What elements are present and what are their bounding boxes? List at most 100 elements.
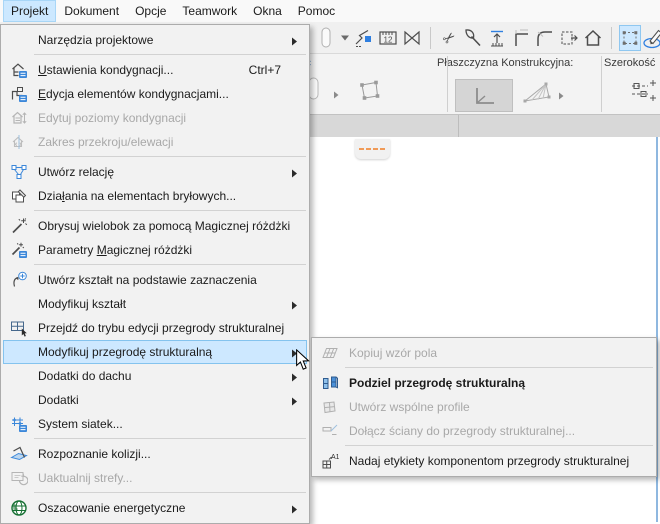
no-icon	[8, 391, 30, 409]
attach-walls-icon	[319, 422, 341, 440]
infobar-separator	[447, 56, 448, 112]
no-icon	[8, 367, 30, 385]
menubar-item-pomoc[interactable]: Pomoc	[290, 0, 343, 22]
menu-item-label: Modyfikuj przegrodę strukturalną	[38, 345, 213, 359]
home-icon[interactable]	[582, 25, 604, 51]
survey-point-icon[interactable]	[353, 25, 375, 51]
mesh-fan-icon[interactable]	[522, 80, 554, 111]
menubar-item-okna[interactable]: Okna	[245, 0, 290, 22]
modify-pencil-icon[interactable]	[643, 25, 660, 51]
menu-item[interactable]: Przejdź do trybu edycji przegrody strukt…	[3, 316, 307, 340]
menubar-item-projekt[interactable]: Projekt	[3, 0, 57, 22]
submenu-arrow-icon	[291, 299, 298, 313]
menu-item[interactable]: Dodatki	[3, 388, 307, 412]
menu-item-label: System siatek...	[38, 417, 123, 431]
menu-item-label: Utwórz relację	[38, 165, 115, 179]
magic-wand-settings-icon	[8, 241, 30, 259]
curtain-wall-submenu-panel: Kopiuj wzór pola Podziel przegrodę strukt…	[311, 337, 657, 477]
menu-item-label: Dołącz ściany do przegrody strukturalnej…	[349, 424, 576, 438]
mouse-cursor-icon	[295, 348, 311, 376]
fillet-icon[interactable]	[534, 25, 556, 51]
storey-edit-icon	[8, 85, 30, 103]
menu-item[interactable]: Edycja elementów kondygnacjami...	[3, 82, 307, 106]
menu-item: Zakres przekroju/elewacji	[3, 130, 307, 154]
menu-item[interactable]: Oszacowanie energetyczne	[3, 496, 307, 520]
pet-palette[interactable]	[355, 139, 390, 159]
submenu-arrow-icon	[291, 167, 298, 181]
axe-icon[interactable]	[462, 25, 484, 51]
menu-item-label: Parametry Magicznej różdżki	[38, 243, 193, 257]
menu-item[interactable]: Modyfikuj przegrodę strukturalną	[3, 340, 307, 364]
menu-item: Edytuj poziomy kondygnacji	[3, 106, 307, 130]
marquee-select-icon[interactable]	[619, 24, 641, 51]
menu-item-label: Uaktualnij strefy...	[38, 471, 133, 485]
submenu-arrow-icon	[291, 503, 298, 517]
polygon-geometry-icon[interactable]	[356, 78, 382, 107]
solid-operations-icon	[8, 187, 30, 205]
corner-trim-icon[interactable]	[510, 25, 532, 51]
toolbar-separator	[611, 26, 612, 49]
menu-item-shortcut: Ctrl+7	[248, 63, 281, 77]
menu-item-label: Działania na elementach bryłowych...	[38, 189, 237, 203]
menubar-item-dokument[interactable]: Dokument	[56, 0, 127, 22]
svg-text:12: 12	[384, 35, 393, 44]
update-zones-icon	[8, 469, 30, 487]
menu-item[interactable]: Rozpoznanie kolizji...	[3, 442, 307, 466]
menu-item[interactable]: Działania na elementach bryłowych...	[3, 184, 307, 208]
menu-item[interactable]: Dodatki do dachu	[3, 364, 307, 388]
create-shape-icon	[8, 271, 30, 289]
grid-spacing-icon[interactable]	[630, 78, 658, 109]
menu-item[interactable]: System siatek...	[3, 412, 307, 436]
menu-item-label: Narzędzia projektowe	[38, 33, 154, 47]
menu-item-label: Zakres przekroju/elewacji	[38, 135, 174, 149]
menu-item-label: Modyfikuj kształt	[38, 297, 127, 311]
dimension-ruler-icon[interactable]: 12	[377, 25, 399, 51]
menu-item-label: Kopiuj wzór pola	[349, 346, 438, 360]
capsule-tool-icon[interactable]	[315, 25, 337, 51]
menu-item[interactable]: Narzędzia projektowe	[3, 28, 307, 52]
svg-text:A1: A1	[331, 454, 339, 461]
menu-item-label: Nadaj etykiety komponentom przegrody str…	[349, 454, 630, 468]
resize-box-icon[interactable]	[558, 25, 580, 51]
menu-item-label: Dodatki	[38, 393, 79, 407]
menu-item-label: Utwórz kształt na podstawie zaznaczenia	[38, 273, 257, 287]
expander-arrow-icon[interactable]	[558, 87, 564, 105]
menu-item[interactable]: Utwórz kształt na podstawie zaznaczenia	[3, 268, 307, 292]
menu-item[interactable]: Modyfikuj kształt	[3, 292, 307, 316]
menu-item[interactable]: Parametry Magicznej różdżki	[3, 238, 307, 262]
expander-arrow-icon[interactable]	[333, 86, 339, 104]
construction-plane-button[interactable]	[455, 79, 513, 112]
project-menu-panel: Narzędzia projektowe Ustawienia kondygnac…	[0, 24, 310, 524]
menubar-item-teamwork[interactable]: Teamwork	[174, 0, 245, 22]
storey-settings-icon	[8, 61, 30, 79]
menu-item-label: Utwórz wspólne profile	[349, 400, 470, 414]
merge-profiles-icon	[319, 398, 341, 416]
menu-item[interactable]: A1 Nadaj etykiety komponentom przegrody s…	[314, 449, 654, 473]
label-components-icon: A1	[319, 452, 341, 470]
menu-item-label: Obrysuj wielobok za pomocą Magicznej róż…	[38, 219, 291, 233]
menu-item-label: Ustawienia kondygnacji...	[38, 63, 174, 77]
menu-item-label: Przejdź do trybu edycji przegrody strukt…	[38, 321, 285, 335]
create-relation-icon	[8, 163, 30, 181]
no-icon	[8, 343, 30, 361]
menu-item[interactable]: Podziel przegrodę strukturalną	[314, 371, 654, 395]
split-curtain-wall-icon	[319, 374, 341, 392]
menu-item: Kopiuj wzór pola	[314, 341, 654, 365]
menu-item[interactable]: Ustawienia kondygnacji... Ctrl+7	[3, 58, 307, 82]
menu-item[interactable]: Utwórz relację	[3, 160, 307, 184]
menu-item-label: Edytuj poziomy kondygnacji	[38, 111, 187, 125]
menu-item-label: Rozpoznanie kolizji...	[38, 447, 151, 461]
stretch-icon[interactable]	[486, 25, 508, 51]
menu-item[interactable]: Obrysuj wielobok za pomocą Magicznej róż…	[3, 214, 307, 238]
marquee-x-icon[interactable]	[401, 25, 423, 51]
collision-detection-icon	[8, 445, 30, 463]
dropdown-arrow-icon[interactable]	[339, 25, 351, 51]
grid-system-icon	[8, 415, 30, 433]
no-icon	[8, 31, 30, 49]
menu-item: Utwórz wspólne profile	[314, 395, 654, 419]
no-icon	[8, 295, 30, 313]
energy-evaluation-icon	[8, 499, 30, 517]
dashed-line-preview	[359, 148, 387, 150]
menubar-item-opcje[interactable]: Opcje	[127, 0, 174, 22]
scissors-icon[interactable]: ✂	[438, 25, 460, 51]
